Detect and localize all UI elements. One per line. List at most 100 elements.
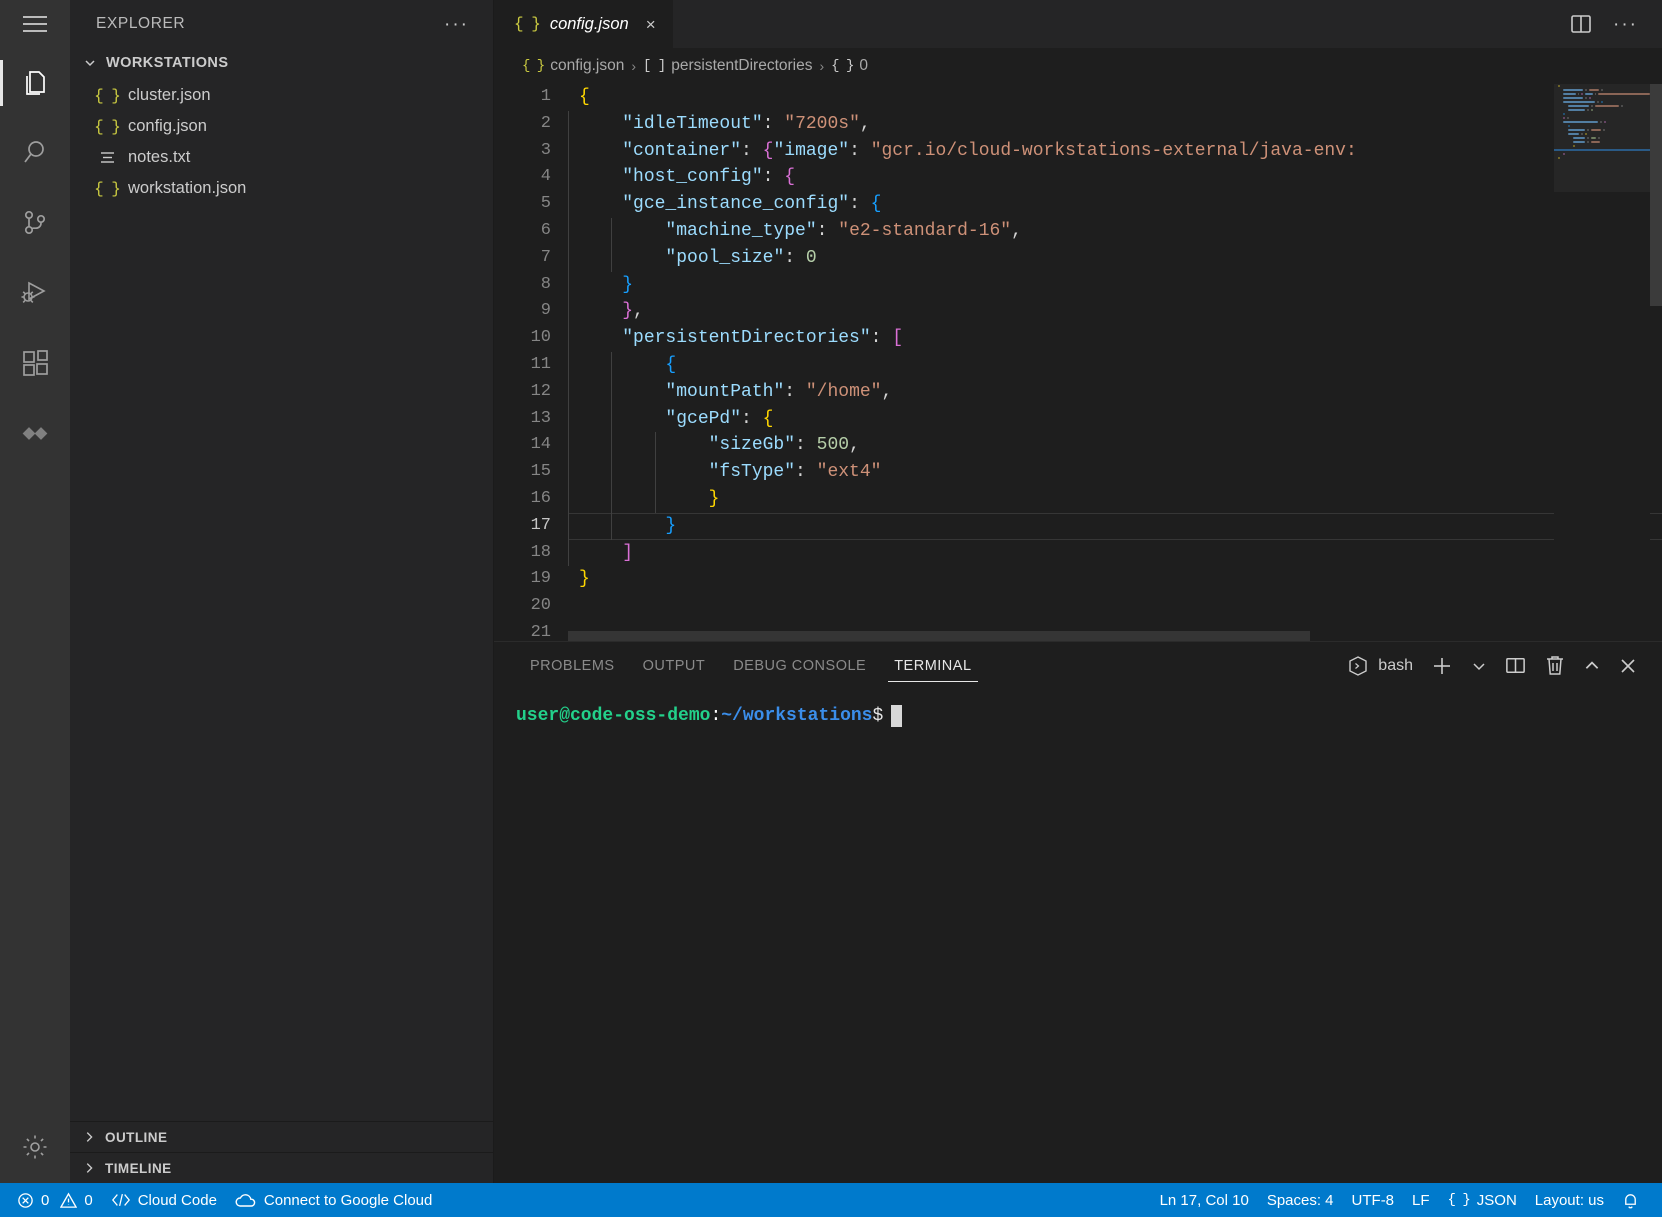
code-line[interactable]: 6 "machine_type": "e2-standard-16",	[494, 218, 1662, 245]
chevron-down-icon	[82, 55, 98, 71]
panel-tab-label: PROBLEMS	[530, 658, 615, 674]
status-connect-google-cloud[interactable]: Connect to Google Cloud	[226, 1183, 441, 1217]
code-line-text: }	[568, 486, 719, 513]
terminal-body[interactable]: user@code-oss-demo:~/workstations$	[494, 689, 1662, 1183]
object-icon: { }	[831, 58, 853, 74]
panel-tab-label: TERMINAL	[894, 658, 971, 674]
sidebar-panel-outline[interactable]: OUTLINE	[70, 1121, 493, 1152]
status-cloud-code[interactable]: Cloud Code	[102, 1183, 226, 1217]
activitybar-item-explorer[interactable]	[0, 48, 70, 118]
editor-tab-actions: ···	[1559, 0, 1662, 48]
sidebar-panel-timeline[interactable]: TIMELINE	[70, 1152, 493, 1183]
sidebar-section-workstations[interactable]: WORKSTATIONS	[70, 48, 493, 78]
ellipsis-icon[interactable]: ···	[1613, 15, 1638, 34]
indent-guide	[568, 164, 569, 191]
breadcrumb-item-object[interactable]: { } 0	[831, 57, 868, 75]
activitybar-item-cloud-code[interactable]	[0, 398, 70, 468]
line-number: 21	[494, 620, 568, 641]
scrollbar-thumb[interactable]	[568, 631, 1310, 641]
close-icon[interactable]: ×	[643, 16, 659, 33]
tab-debug-console[interactable]: DEBUG CONSOLE	[719, 642, 880, 689]
file-tree-item-workstation[interactable]: { } workstation.json	[70, 173, 493, 204]
editor-tabs: { } config.json × ···	[494, 0, 1662, 48]
status-keyboard-layout[interactable]: Layout: us	[1526, 1183, 1613, 1217]
activitybar-item-settings[interactable]	[0, 1111, 70, 1183]
code-line[interactable]: 19}	[494, 566, 1662, 593]
sidebar-more-actions-icon[interactable]: ···	[444, 15, 469, 34]
code-line[interactable]: 16 }	[494, 486, 1662, 513]
code-line-text	[568, 620, 579, 641]
breadcrumb-item-array[interactable]: [ ] persistentDirectories	[643, 57, 813, 75]
status-indentation[interactable]: Spaces: 4	[1258, 1183, 1343, 1217]
code-editor[interactable]: 1{2 "idleTimeout": "7200s",3 "container"…	[494, 84, 1662, 641]
tab-problems[interactable]: PROBLEMS	[516, 642, 629, 689]
code-line[interactable]: 15 "fsType": "ext4"	[494, 459, 1662, 486]
code-line[interactable]: 3 "container": {"image": "gcr.io/cloud-w…	[494, 138, 1662, 165]
tab-terminal[interactable]: TERMINAL	[880, 642, 985, 689]
activitybar-item-search[interactable]	[0, 118, 70, 188]
text-file-icon	[96, 150, 118, 165]
code-line[interactable]: 9 },	[494, 298, 1662, 325]
code-line[interactable]: 7 "pool_size": 0	[494, 245, 1662, 272]
activitybar-item-run-debug[interactable]	[0, 258, 70, 328]
minimap-line	[1554, 148, 1650, 152]
code-line[interactable]: 2 "idleTimeout": "7200s",	[494, 111, 1662, 138]
code-line[interactable]: 8 }	[494, 272, 1662, 299]
scrollbar-thumb[interactable]	[1650, 84, 1662, 306]
minimap[interactable]	[1554, 84, 1650, 641]
minimap-slider[interactable]	[1554, 84, 1650, 192]
code-line[interactable]: 1{	[494, 84, 1662, 111]
status-bar: 0 0 Cloud Code Connect to Google Cloud L…	[0, 1183, 1662, 1217]
editor-tab-config-json[interactable]: { } config.json ×	[494, 0, 674, 48]
activitybar-item-source-control[interactable]	[0, 188, 70, 258]
indent-guide	[568, 111, 569, 138]
source-control-icon	[20, 208, 50, 238]
terminal-profile-dropdown-icon[interactable]	[1471, 658, 1487, 674]
tab-output[interactable]: OUTPUT	[629, 642, 720, 689]
file-tree-item-notes[interactable]: notes.txt	[70, 142, 493, 173]
code-line[interactable]: 5 "gce_instance_config": {	[494, 191, 1662, 218]
code-line-text: {	[568, 84, 590, 111]
file-tree-item-cluster[interactable]: { } cluster.json	[70, 80, 493, 111]
code-line-text: ]	[568, 540, 633, 567]
breadcrumb-item-file[interactable]: { } config.json	[522, 57, 624, 75]
code-line[interactable]: 14 "sizeGb": 500,	[494, 432, 1662, 459]
code-line[interactable]: 12 "mountPath": "/home",	[494, 379, 1662, 406]
status-eol[interactable]: LF	[1403, 1183, 1439, 1217]
close-panel-button[interactable]	[1618, 656, 1638, 676]
terminal-cursor[interactable]	[891, 705, 902, 727]
editor-vertical-scrollbar[interactable]	[1650, 84, 1662, 641]
bash-terminal-icon	[1347, 655, 1369, 677]
status-label: LF	[1412, 1192, 1430, 1209]
code-line[interactable]: 17 }	[494, 513, 1662, 540]
status-notifications[interactable]	[1613, 1183, 1648, 1217]
status-problems[interactable]: 0 0	[8, 1183, 102, 1217]
status-cursor-position[interactable]: Ln 17, Col 10	[1151, 1183, 1258, 1217]
file-tree-item-config[interactable]: { } config.json	[70, 111, 493, 142]
split-editor-icon[interactable]	[1569, 12, 1593, 36]
activitybar-item-extensions[interactable]	[0, 328, 70, 398]
indent-guide	[568, 486, 569, 513]
kill-terminal-button[interactable]	[1544, 654, 1566, 677]
maximize-panel-button[interactable]	[1583, 657, 1601, 675]
chevron-right-icon	[82, 1161, 96, 1175]
code-line[interactable]: 10 "persistentDirectories": [	[494, 325, 1662, 352]
code-line[interactable]: 4 "host_config": {	[494, 164, 1662, 191]
split-terminal-button[interactable]	[1504, 654, 1527, 677]
status-language-mode[interactable]: { } JSON	[1439, 1183, 1526, 1217]
terminal-selector[interactable]: bash	[1347, 655, 1413, 677]
code-line-text: },	[568, 298, 644, 325]
code-line[interactable]: 20	[494, 593, 1662, 620]
code-line-text	[568, 593, 579, 620]
status-encoding[interactable]: UTF-8	[1343, 1183, 1404, 1217]
new-terminal-button[interactable]	[1430, 654, 1454, 678]
code-line[interactable]: 18 ]	[494, 540, 1662, 567]
code-tags-icon	[111, 1192, 131, 1208]
indent-guide	[568, 513, 569, 540]
editor-horizontal-scrollbar[interactable]	[568, 629, 1554, 641]
status-bar-left: 0 0 Cloud Code Connect to Google Cloud	[0, 1183, 441, 1217]
code-line[interactable]: 13 "gcePd": {	[494, 406, 1662, 433]
code-line[interactable]: 11 {	[494, 352, 1662, 379]
status-label: Ln 17, Col 10	[1160, 1192, 1249, 1209]
menu-hamburger-icon[interactable]	[0, 0, 70, 48]
